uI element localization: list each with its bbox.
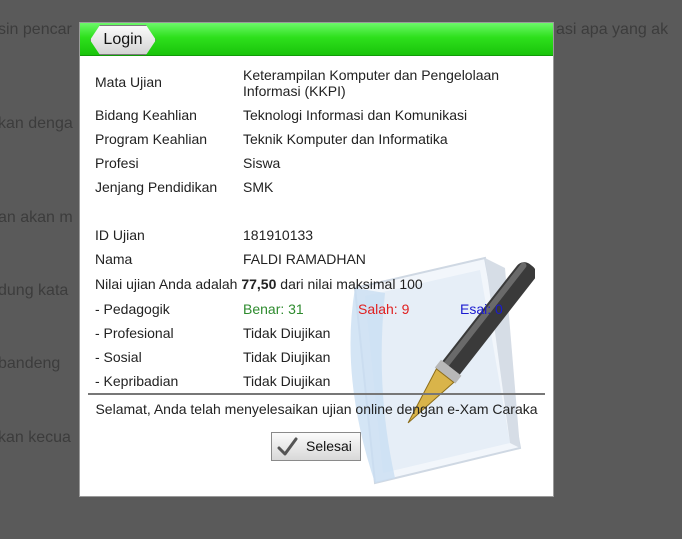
nama-value: FALDI RAMADHAN bbox=[243, 251, 366, 267]
background-text: an akan m bbox=[0, 209, 73, 226]
background-text: kan kecua bbox=[0, 429, 71, 446]
kepribadian-label: - Kepribadian bbox=[95, 373, 179, 389]
background-text: sin pencar bbox=[0, 21, 72, 38]
id-ujian-label: ID Ujian bbox=[95, 227, 145, 243]
field-value-mata-ujian: Keterampilan Komputer dan Pengelolaan In… bbox=[243, 67, 500, 99]
background-text: dung kata bbox=[0, 282, 69, 299]
background-text: asi apa yang ak bbox=[556, 21, 669, 38]
score-suffix: dari nilai maksimal 100 bbox=[280, 276, 423, 292]
checkmark-icon bbox=[277, 437, 298, 456]
selesai-button[interactable]: Selesai bbox=[271, 432, 361, 461]
score-value: 77,50 bbox=[241, 276, 277, 292]
field-value-bidang-keahlian: Teknologi Informasi dan Komunikasi bbox=[243, 107, 468, 123]
divider bbox=[88, 393, 545, 395]
pedagogik-esai: Esai: 0 bbox=[460, 301, 503, 317]
field-value-program-keahlian: Teknik Komputer dan Informatika bbox=[243, 131, 448, 147]
field-label-jenjang: Jenjang Pendidikan bbox=[95, 179, 218, 195]
dialog-titlebar: Login bbox=[80, 23, 553, 56]
background-text: bandeng bbox=[0, 355, 61, 372]
sosial-label: - Sosial bbox=[95, 349, 142, 365]
result-dialog: Login Mata Ujian Keterampilan Komputer d… bbox=[79, 22, 554, 497]
field-label-mata-ujian: Mata Ujian bbox=[95, 74, 162, 90]
field-value-jenjang: SMK bbox=[243, 179, 274, 195]
background-text: kan denga bbox=[0, 115, 73, 132]
sosial-value: Tidak Diujikan bbox=[243, 349, 331, 365]
field-label-program-keahlian: Program Keahlian bbox=[95, 131, 208, 147]
field-label-bidang-keahlian: Bidang Keahlian bbox=[95, 107, 197, 123]
profesional-value: Tidak Diujikan bbox=[243, 325, 331, 341]
completion-message: Selamat, Anda telah menyelesaikan ujian … bbox=[95, 401, 538, 417]
score-prefix: Nilai ujian Anda adalah bbox=[95, 276, 238, 292]
score-line: Nilai ujian Anda adalah 77,50 dari nilai… bbox=[95, 276, 423, 292]
field-label-profesi: Profesi bbox=[95, 155, 139, 171]
nama-label: Nama bbox=[95, 251, 133, 267]
pedagogik-label: - Pedagogik bbox=[95, 301, 170, 317]
field-value-profesi: Siswa bbox=[243, 155, 281, 171]
selesai-button-label: Selesai bbox=[306, 438, 352, 454]
login-tab[interactable]: Login bbox=[90, 25, 156, 55]
kepribadian-value: Tidak Diujikan bbox=[243, 373, 331, 389]
profesional-label: - Profesional bbox=[95, 325, 174, 341]
id-ujian-value: 181910133 bbox=[243, 227, 314, 243]
